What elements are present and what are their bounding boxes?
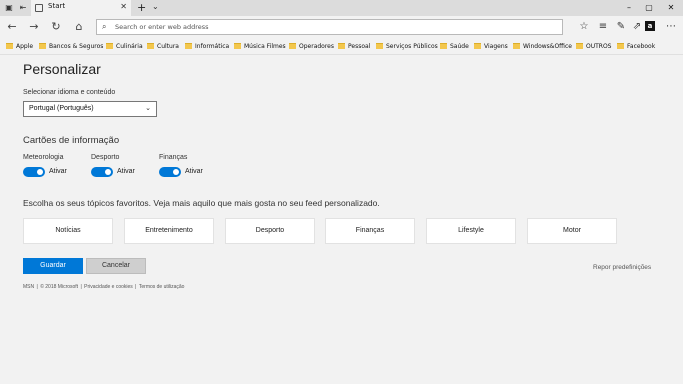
language-select-value: Portugal (Português) [29,105,94,112]
language-label: Selecionar idioma e conteúdo [23,89,116,96]
favorite-folder[interactable]: Saúde [440,41,469,52]
close-window-button[interactable]: ✕ [664,2,678,14]
toggle-label-weather: Meteorologia [23,154,64,161]
save-button[interactable]: Guardar [23,258,83,274]
page-title: Personalizar [23,61,101,77]
language-select[interactable]: Portugal (Português) ⌄ [23,101,157,117]
set-aside-tabs-icon[interactable]: ⇤ [17,2,29,14]
folder-icon [6,43,13,49]
tab-strip: ▣ ⇤ Start ✕ + ⌄ – ▢ ✕ [0,0,683,16]
footer: MSN | © 2018 Microsoft | Privacidade e c… [23,284,185,290]
folder-icon [617,43,624,49]
folder-icon [474,43,481,49]
favorites-bar: Apple Bancos & Seguros Culinária Cultura… [0,38,683,55]
folder-icon [106,43,113,49]
tab-close-icon[interactable]: ✕ [120,2,127,11]
toggle-knob [37,169,43,175]
footer-msn: MSN [23,284,35,290]
info-cards-heading: Cartões de informação [23,135,120,146]
folder-icon [376,43,383,49]
address-bar[interactable]: ⌕ [96,19,563,35]
navigation-bar: ← → ↻ ⌂ ⌕ ☆ ≡ ✎ ⇗ ⋯ [0,16,683,38]
folder-icon [338,43,345,49]
cancel-button[interactable]: Cancelar [86,258,146,274]
toggle-label-finance: Finanças [159,154,188,161]
minimize-button[interactable]: – [622,2,636,14]
home-icon[interactable]: ⌂ [71,19,87,35]
topic-news[interactable]: Notícias [23,218,113,244]
tab-preview-icon[interactable]: ▣ [3,2,15,14]
folder-icon [576,43,583,49]
favorites-star-icon[interactable]: ☆ [577,19,591,35]
folder-icon [234,43,241,49]
favorite-folder[interactable]: Pessoal [338,41,370,52]
folder-icon [289,43,296,49]
folder-icon [185,43,192,49]
toggle-label-sports: Desporto [91,154,120,161]
favorite-folder[interactable]: Cultura [147,41,179,52]
favorite-folder[interactable]: Informática [185,41,229,52]
tab-list-chevron-icon[interactable]: ⌄ [152,2,159,11]
folder-icon [440,43,447,49]
folder-icon [39,43,46,49]
favorite-folder[interactable]: Viagens [474,41,508,52]
topic-sports[interactable]: Desporto [225,218,315,244]
more-icon[interactable]: ⋯ [664,19,678,35]
tab-title: Start [48,2,66,10]
favorite-folder[interactable]: Música Filmes [234,41,286,52]
topic-lifestyle[interactable]: Lifestyle [426,218,516,244]
chevron-down-icon: ⌄ [145,105,151,112]
favorite-folder[interactable]: Apple [6,41,33,52]
maximize-button[interactable]: ▢ [642,2,656,14]
favorite-folder[interactable]: Serviços Públicos [376,41,438,52]
weather-toggle[interactable] [23,167,45,177]
favorite-folder[interactable]: Bancos & Seguros [39,41,103,52]
amazon-extension-icon[interactable]: a [645,21,655,31]
finance-toggle-state: Ativar [185,168,203,175]
favorite-folder[interactable]: Windows&Office [513,41,572,52]
finance-toggle[interactable] [159,167,181,177]
sports-toggle-state: Ativar [117,168,135,175]
favorite-folder[interactable]: OUTROS [576,41,611,52]
back-icon[interactable]: ← [4,19,20,35]
folder-icon [513,43,520,49]
new-tab-icon[interactable]: + [137,1,146,14]
forward-icon[interactable]: → [26,19,42,35]
topics-intro: Escolha os seus tópicos favoritos. Veja … [23,198,380,208]
favorite-folder[interactable]: Culinária [106,41,143,52]
web-note-icon[interactable]: ✎ [614,19,628,35]
share-icon[interactable]: ⇗ [630,19,644,35]
page-icon [35,4,43,12]
refresh-icon[interactable]: ↻ [48,19,64,35]
reset-defaults-link[interactable]: Repor predefinições [593,264,651,271]
toggle-knob [173,169,179,175]
address-input[interactable] [115,21,545,33]
favorite-folder[interactable]: Operadores [289,41,334,52]
terms-link[interactable]: Termos de utilização [139,284,185,290]
sports-toggle[interactable] [91,167,113,177]
favorite-folder[interactable]: Facebook [617,41,655,52]
privacy-link[interactable]: Privacidade e cookies [84,284,133,290]
footer-copyright: © 2018 Microsoft [40,284,79,290]
weather-toggle-state: Ativar [49,168,67,175]
toggle-knob [105,169,111,175]
tab-start[interactable]: Start ✕ [31,0,131,16]
topic-motor[interactable]: Motor [527,218,617,244]
search-icon: ⌕ [102,22,107,31]
topic-finance[interactable]: Finanças [325,218,415,244]
hub-icon[interactable]: ≡ [596,19,610,35]
folder-icon [147,43,154,49]
topic-entertainment[interactable]: Entretenimento [124,218,214,244]
